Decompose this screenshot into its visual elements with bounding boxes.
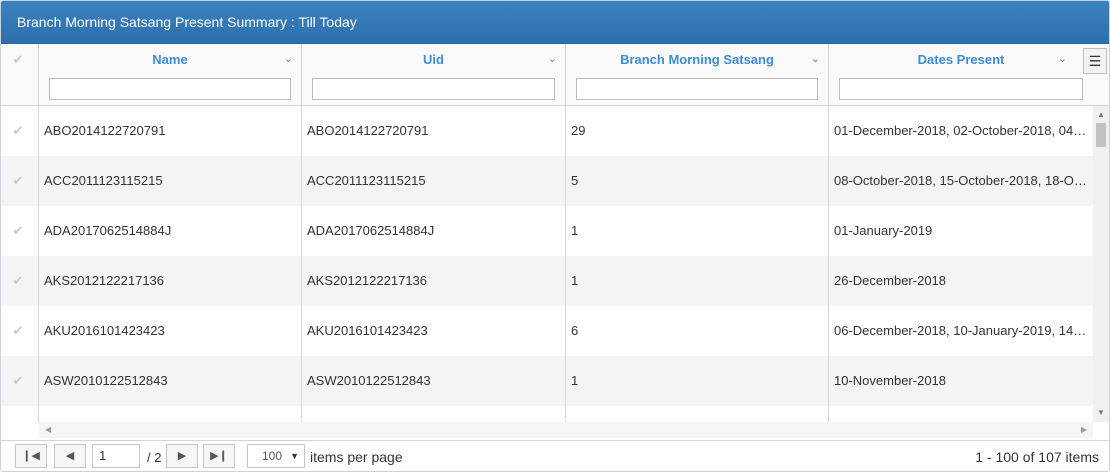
page-size-select[interactable]: 100 ▼ — [247, 444, 305, 468]
table-row[interactable]: ✔ ABO2014122720791 ABO2014122720791 29 0… — [1, 106, 1093, 156]
select-all-cell[interactable]: ✔ — [1, 44, 39, 105]
row-select-cell[interactable] — [1, 406, 39, 422]
chevron-down-icon[interactable]: ⌄ — [548, 52, 557, 65]
panel-title: Branch Morning Satsang Present Summary :… — [17, 14, 357, 30]
next-page-button[interactable]: ▶ — [166, 444, 198, 468]
uid-cell[interactable]: ASW2010122512843 — [302, 356, 566, 406]
menu-icon[interactable]: ☰ — [1089, 53, 1102, 69]
panel-header: Branch Morning Satsang Present Summary :… — [1, 1, 1109, 44]
grid-menu-button[interactable]: ☰ — [1083, 48, 1107, 74]
row-select-cell[interactable]: ✔ — [1, 206, 39, 256]
table-row[interactable]: ✔ AKS2012122217136 AKS2012122217136 1 26… — [1, 256, 1093, 306]
table-row[interactable]: ✔ ACC2011123115215 ACC2011123115215 5 08… — [1, 156, 1093, 206]
dates-cell[interactable]: 01-January-2019 — [829, 206, 1093, 256]
prev-page-button[interactable]: ◀ — [54, 444, 86, 468]
check-icon[interactable]: ✔ — [11, 274, 25, 288]
scroll-down-icon[interactable]: ▼ — [1093, 408, 1109, 417]
items-per-page-label: items per page — [310, 449, 403, 465]
scroll-thumb[interactable] — [1096, 123, 1106, 147]
prev-page-icon[interactable]: ◀ — [66, 450, 74, 462]
name-cell[interactable]: ADA2017062514884J — [39, 206, 302, 256]
check-icon[interactable]: ✔ — [11, 53, 25, 67]
check-icon[interactable]: ✔ — [11, 124, 25, 138]
row-select-cell[interactable]: ✔ — [1, 256, 39, 306]
horizontal-scrollbar[interactable]: ◀ ▶ — [39, 422, 1093, 438]
uid-cell[interactable] — [302, 406, 566, 422]
page-number-input[interactable]: 1 — [92, 444, 140, 468]
name-cell[interactable] — [39, 406, 302, 422]
page-size-value[interactable]: 100 — [262, 449, 282, 463]
count-cell[interactable]: 1 — [566, 256, 829, 306]
column-header-uid[interactable]: Uid ⌄ — [302, 44, 566, 105]
check-icon[interactable]: ✔ — [11, 174, 25, 188]
count-cell[interactable]: 6 — [566, 306, 829, 356]
column-header-dates-present[interactable]: Dates Present ⌄ — [829, 44, 1093, 105]
row-select-cell[interactable]: ✔ — [1, 306, 39, 356]
last-page-icon[interactable]: ▶❙ — [210, 450, 228, 462]
uid-cell[interactable]: AKU2016101423423 — [302, 306, 566, 356]
check-icon[interactable]: ✔ — [11, 324, 25, 338]
chevron-down-icon[interactable]: ⌄ — [1058, 52, 1067, 65]
count-cell[interactable]: 5 — [566, 156, 829, 206]
column-header-branch-morning-satsang[interactable]: Branch Morning Satsang ⌄ — [566, 44, 829, 105]
dates-cell[interactable]: 06-December-2018, 10-January-2019, 14-Ja… — [829, 306, 1093, 356]
caret-down-icon[interactable]: ▼ — [290, 445, 299, 467]
column-title[interactable]: Name — [39, 52, 301, 67]
count-cell[interactable]: 1 — [566, 356, 829, 406]
vertical-scrollbar[interactable]: ▲ ▼ — [1093, 106, 1109, 422]
count-cell[interactable]: 29 — [566, 106, 829, 156]
grid-body: ✔ ABO2014122720791 ABO2014122720791 29 0… — [1, 106, 1093, 422]
uid-cell[interactable]: AKS2012122217136 — [302, 256, 566, 306]
column-title[interactable]: Uid — [302, 52, 565, 67]
uid-cell[interactable]: ACC2011123115215 — [302, 156, 566, 206]
name-cell[interactable]: AKS2012122217136 — [39, 256, 302, 306]
uid-cell[interactable]: ADA2017062514884J — [302, 206, 566, 256]
count-filter-input[interactable] — [576, 78, 818, 100]
name-cell[interactable]: ACC2011123115215 — [39, 156, 302, 206]
column-header-name[interactable]: Name ⌄ — [39, 44, 302, 105]
name-cell[interactable]: ABO2014122720791 — [39, 106, 302, 156]
count-cell[interactable]: 1 — [566, 206, 829, 256]
check-icon[interactable]: ✔ — [11, 374, 25, 388]
column-title[interactable]: Branch Morning Satsang — [566, 52, 828, 67]
uid-cell[interactable]: ABO2014122720791 — [302, 106, 566, 156]
dates-cell[interactable]: 08-October-2018, 15-October-2018, 18-Oct… — [829, 156, 1093, 206]
name-cell[interactable]: AKU2016101423423 — [39, 306, 302, 356]
grid-header: ✔ Name ⌄ Uid ⌄ Branch Morning Satsang ⌄ … — [1, 44, 1109, 106]
dates-filter-input[interactable] — [839, 78, 1083, 100]
row-select-cell[interactable]: ✔ — [1, 106, 39, 156]
data-grid: ✔ Name ⌄ Uid ⌄ Branch Morning Satsang ⌄ … — [1, 44, 1109, 440]
scroll-right-icon[interactable]: ▶ — [1081, 425, 1087, 434]
pager: ❙◀ ◀ 1 / 2 ▶ ▶❙ 100 ▼ items per page 1 -… — [1, 440, 1109, 471]
first-page-button[interactable]: ❙◀ — [15, 444, 47, 468]
scroll-up-icon[interactable]: ▲ — [1093, 110, 1109, 119]
table-row[interactable]: ✔ ASW2010122512843 ASW2010122512843 1 10… — [1, 356, 1093, 406]
table-row[interactable]: ✔ AKU2016101423423 AKU2016101423423 6 06… — [1, 306, 1093, 356]
pager-info: 1 - 100 of 107 items — [975, 449, 1099, 465]
row-select-cell[interactable]: ✔ — [1, 356, 39, 406]
uid-filter-input[interactable] — [312, 78, 555, 100]
dates-cell[interactable]: 10-November-2018 — [829, 356, 1093, 406]
table-row[interactable]: ✔ ADA2017062514884J ADA2017062514884J 1 … — [1, 206, 1093, 256]
chevron-down-icon[interactable]: ⌄ — [811, 52, 820, 65]
first-page-icon[interactable]: ❙◀ — [22, 450, 40, 462]
next-page-icon[interactable]: ▶ — [178, 450, 186, 462]
count-cell[interactable] — [566, 406, 829, 422]
total-pages: / 2 — [147, 450, 162, 465]
scroll-left-icon[interactable]: ◀ — [45, 425, 51, 434]
check-icon[interactable]: ✔ — [11, 224, 25, 238]
name-cell[interactable]: ASW2010122512843 — [39, 356, 302, 406]
row-select-cell[interactable]: ✔ — [1, 156, 39, 206]
column-title[interactable]: Dates Present — [829, 52, 1093, 67]
last-page-button[interactable]: ▶❙ — [203, 444, 235, 468]
name-filter-input[interactable] — [49, 78, 291, 100]
summary-panel: Branch Morning Satsang Present Summary :… — [0, 0, 1110, 472]
dates-cell[interactable]: 01-December-2018, 02-October-2018, 04-Oc… — [829, 106, 1093, 156]
dates-cell[interactable]: 26-December-2018 — [829, 256, 1093, 306]
table-row-partial[interactable] — [1, 406, 1093, 422]
chevron-down-icon[interactable]: ⌄ — [284, 52, 293, 65]
